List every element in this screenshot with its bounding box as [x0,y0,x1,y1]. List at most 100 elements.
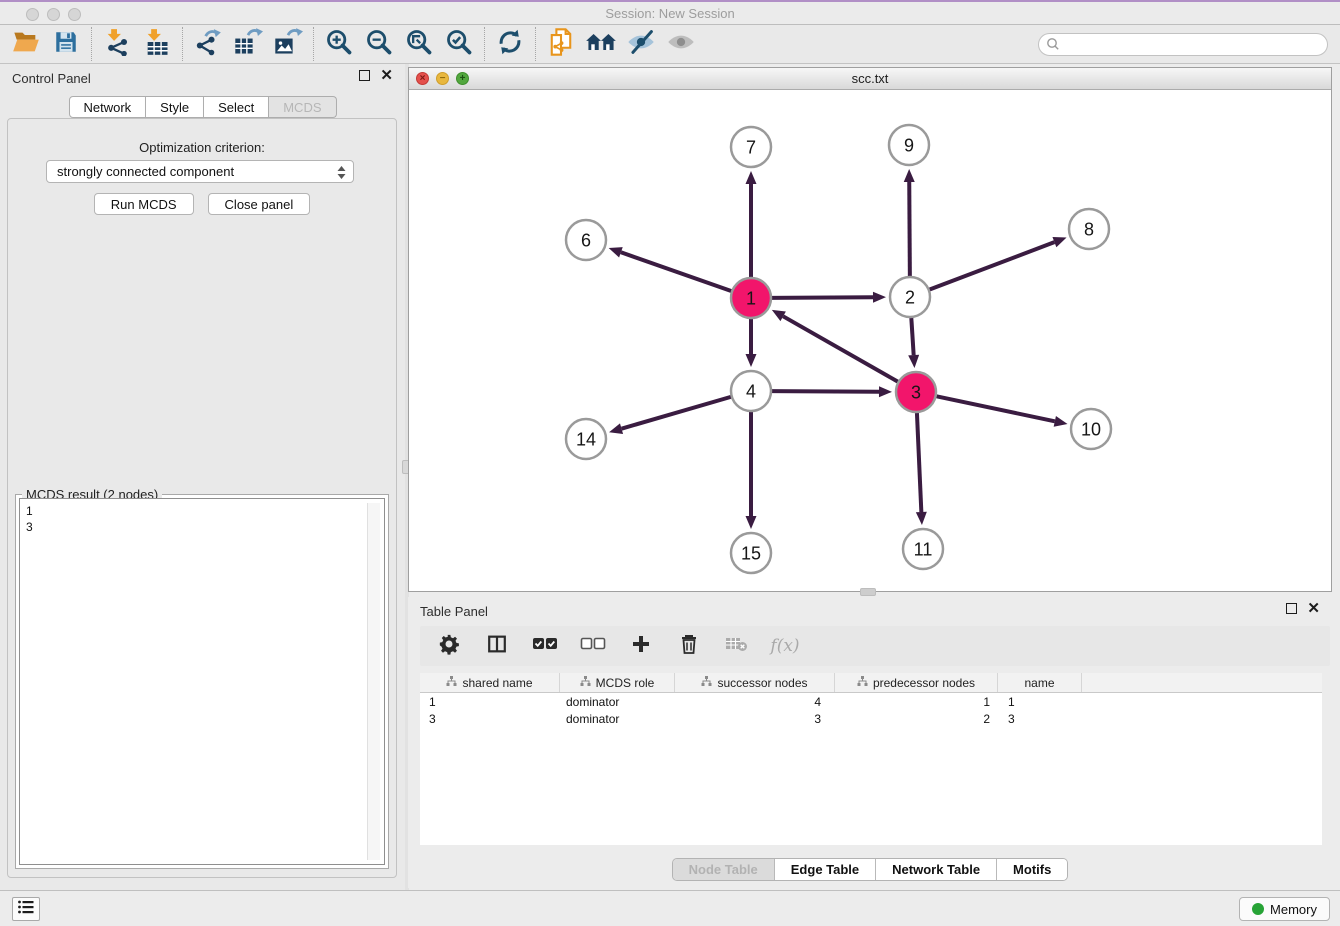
cell-name[interactable]: 3 [998,712,1082,726]
cell-successor-nodes[interactable]: 3 [675,712,835,726]
zoom-selected-button[interactable] [439,27,479,61]
fx-icon: f(x) [770,636,799,656]
graph-edge-1-6[interactable] [621,252,731,291]
table-panel-title: Table Panel [420,604,488,619]
cell-shared-name[interactable]: 3 [420,712,560,726]
cell-name[interactable]: 1 [998,695,1082,709]
tab-network[interactable]: Network [68,96,146,118]
control-panel-tabs: Network Style Select MCDS [68,96,336,118]
refresh-layout-button[interactable] [490,27,530,61]
cell-predecessor-nodes[interactable]: 2 [835,712,998,726]
column-header-mcds-role[interactable]: MCDS role [560,673,675,692]
graph-edge-3-1[interactable] [783,316,898,381]
delete-column-button[interactable] [676,633,702,659]
task-history-button[interactable] [12,897,40,921]
plus-icon [631,634,651,659]
close-panel-icon[interactable]: ✕ [1307,603,1320,614]
tab-edge-table[interactable]: Edge Table [774,859,875,880]
column-header-successor-nodes[interactable]: successor nodes [675,673,835,692]
network-window-titlebar[interactable]: × − + scc.txt [409,68,1331,90]
show-column-panel-button[interactable] [484,633,510,659]
tab-network-table[interactable]: Network Table [875,859,996,880]
table-header-row: shared name MCDS role successor nodes pr… [420,673,1322,693]
zoom-in-button[interactable] [319,27,359,61]
cell-mcds-role[interactable]: dominator [560,712,675,726]
close-panel-button[interactable]: Close panel [208,193,311,215]
node-table: shared name MCDS role successor nodes pr… [420,673,1322,845]
search-input[interactable] [1038,33,1328,56]
control-panel-title: Control Panel [12,71,91,86]
import-table-button[interactable] [137,27,177,61]
graph-edge-3-11[interactable] [917,413,921,512]
network-graph[interactable]: 7968124314101511 [409,90,1331,591]
run-mcds-button[interactable]: Run MCDS [94,193,194,215]
cell-shared-name[interactable]: 1 [420,695,560,709]
graph-arrowhead [908,355,919,368]
hide-selected-button[interactable] [621,27,661,61]
network-snapshot-button[interactable] [541,27,581,61]
eye-icon [666,29,696,60]
open-session-button[interactable] [6,27,46,61]
tab-node-table[interactable]: Node Table [673,859,774,880]
criterion-value: strongly connected component [57,164,234,179]
hierarchy-icon [580,676,591,690]
export-table-button[interactable] [228,27,268,61]
graph-edge-4-14[interactable] [622,397,731,429]
graph-edge-2-8[interactable] [930,242,1055,289]
float-panel-icon[interactable] [1286,603,1297,614]
close-panel-icon[interactable]: ✕ [380,70,393,81]
zoom-out-button[interactable] [359,27,399,61]
graph-edge-2-3[interactable] [911,318,913,355]
control-panel: Control Panel ✕ Network Style Select MCD… [0,64,405,890]
cell-successor-nodes[interactable]: 4 [675,695,835,709]
graph-arrowhead [916,512,927,525]
create-column-button[interactable] [628,633,654,659]
tab-mcds[interactable]: MCDS [269,96,336,118]
search-icon [1046,37,1060,56]
column-header-predecessor-nodes[interactable]: predecessor nodes [835,673,998,692]
float-panel-icon[interactable] [359,70,370,81]
zoom-selected-icon [445,28,473,61]
zoom-fit-button[interactable] [399,27,439,61]
horizontal-splitter-handle[interactable] [860,588,876,596]
function-builder-button[interactable]: f(x) [772,633,798,659]
column-header-shared-name[interactable]: shared name [420,673,560,692]
graph-edge-4-3[interactable] [772,391,879,392]
cell-predecessor-nodes[interactable]: 1 [835,695,998,709]
mcds-result-line: 1 [26,503,378,519]
graph-node-label: 4 [746,381,756,401]
table-row[interactable]: 3 dominator 3 2 3 [420,710,1322,727]
table-row[interactable]: 1 dominator 4 1 1 [420,693,1322,710]
select-all-columns-button[interactable] [532,633,558,659]
graph-edge-3-10[interactable] [937,396,1055,421]
memory-label: Memory [1270,902,1317,917]
select-stepper-icon [336,165,347,183]
app-title: Session: New Session [0,6,1340,21]
unselect-all-columns-button[interactable] [580,633,606,659]
delete-table-button[interactable] [724,633,750,659]
criterion-select[interactable]: strongly connected component [46,160,354,183]
graph-edge-1-2[interactable] [772,297,873,298]
mcds-result-list[interactable]: 1 3 [19,498,385,865]
memory-button[interactable]: Memory [1239,897,1330,921]
graph-node-label: 8 [1084,219,1094,239]
export-image-button[interactable] [268,27,308,61]
graph-edge-2-9[interactable] [909,182,910,276]
network-canvas[interactable]: 7968124314101511 [409,90,1331,591]
cell-mcds-role[interactable]: dominator [560,695,675,709]
table-settings-button[interactable] [436,633,462,659]
first-neighbors-button[interactable] [581,27,621,61]
save-session-button[interactable] [46,27,86,61]
tab-motifs[interactable]: Motifs [996,859,1067,880]
tab-style[interactable]: Style [146,96,204,118]
table-panel: Table Panel ✕ f(x) shared name MCDS role… [408,597,1332,888]
column-header-name[interactable]: name [998,673,1082,692]
export-network-button[interactable] [188,27,228,61]
graph-arrowhead [746,171,757,184]
memory-status-icon [1252,903,1264,915]
result-scrollbar[interactable] [367,503,380,860]
refresh-icon [496,28,524,61]
import-network-button[interactable] [97,27,137,61]
tab-select[interactable]: Select [204,96,269,118]
show-all-button[interactable] [661,27,701,61]
